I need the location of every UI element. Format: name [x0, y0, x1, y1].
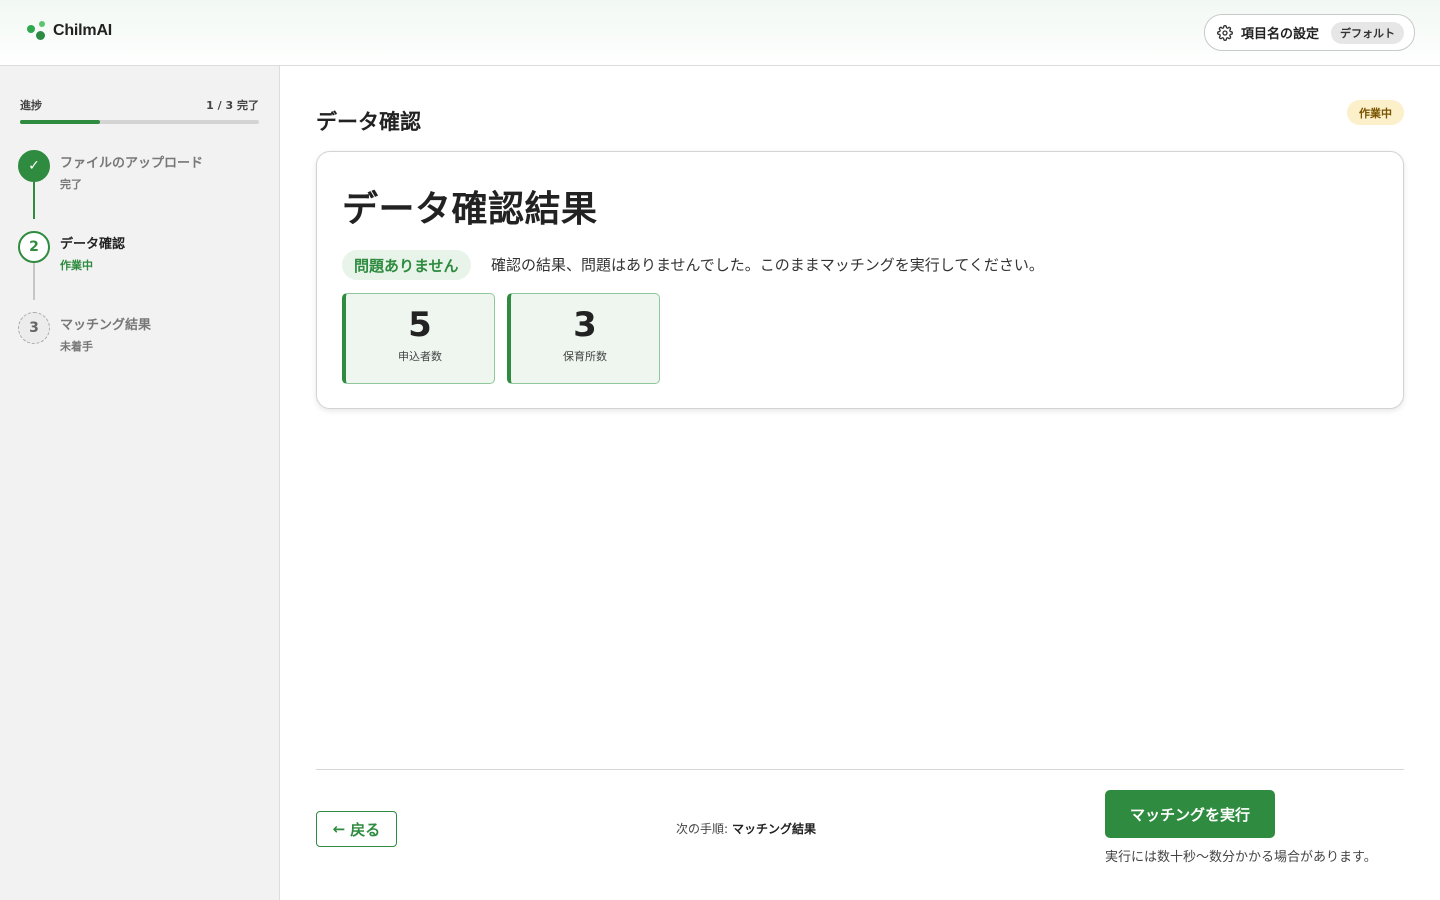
next-step-indicator: 次の手順: マッチング結果 [676, 820, 816, 837]
progress-sidebar: 進捗 1 / 3 完了 ✓ ファイルのアップロード 完了 2 データ確認 作業中… [0, 66, 280, 900]
card-title: データ確認結果 [342, 189, 598, 230]
logo-mark-icon [27, 20, 47, 42]
step-connector-2 [33, 263, 35, 300]
step-title: マッチング結果 [60, 318, 152, 333]
result-message: 確認の結果、問題はありませんでした。このままマッチングを実行してください。 [491, 256, 1044, 274]
check-icon: ✓ [18, 150, 50, 182]
app-header: ChilmAI 項目名の設定 デフォルト [0, 0, 1440, 66]
step-status: 作業中 [60, 259, 93, 272]
page-title: データ確認 [316, 110, 421, 134]
data-check-result-card: データ確認結果 問題ありません 確認の結果、問題はありませんでした。このままマッ… [316, 151, 1404, 409]
settings-default-badge: デフォルト [1331, 21, 1405, 44]
step-number: 3 [18, 312, 50, 344]
stat-value: 3 [573, 305, 597, 345]
progress-bar-fill [20, 120, 100, 124]
progress-header: 進捗 1 / 3 完了 [20, 97, 259, 113]
stat-nurseries: 3 保育所数 [507, 293, 660, 384]
step-status: 完了 [60, 178, 82, 191]
field-name-settings-button[interactable]: 項目名の設定 デフォルト [1204, 14, 1415, 51]
step-number: 2 [18, 231, 50, 263]
stat-value: 5 [408, 305, 432, 345]
back-label: 戻る [350, 820, 381, 839]
progress-bar [20, 120, 259, 124]
run-duration-note: 実行には数十秒〜数分かかる場合があります。 [1105, 850, 1377, 865]
no-issues-badge: 問題ありません [342, 250, 471, 280]
gear-icon [1217, 24, 1233, 41]
progress-label: 進捗 [20, 99, 42, 112]
arrow-left-icon: ← [332, 820, 346, 838]
back-button[interactable]: ← 戻る [316, 811, 397, 847]
app-name: ChilmAI [53, 22, 113, 39]
next-step-value: マッチング結果 [732, 822, 817, 836]
settings-label: 項目名の設定 [1241, 27, 1320, 42]
step-status: 未着手 [60, 340, 93, 353]
status-badge: 作業中 [1347, 100, 1404, 125]
step-title: データ確認 [60, 237, 126, 252]
next-step-prefix: 次の手順: [676, 822, 729, 836]
stat-caption: 申込者数 [398, 350, 442, 363]
step-connector-1 [33, 182, 35, 219]
progress-count: 1 / 3 完了 [206, 99, 259, 112]
step-title: ファイルのアップロード [60, 156, 204, 171]
footer-divider [316, 769, 1404, 770]
stat-applicants: 5 申込者数 [342, 293, 495, 384]
app-logo[interactable]: ChilmAI [27, 20, 112, 42]
run-matching-button[interactable]: マッチングを実行 [1105, 790, 1275, 838]
stat-caption: 保育所数 [563, 350, 607, 363]
